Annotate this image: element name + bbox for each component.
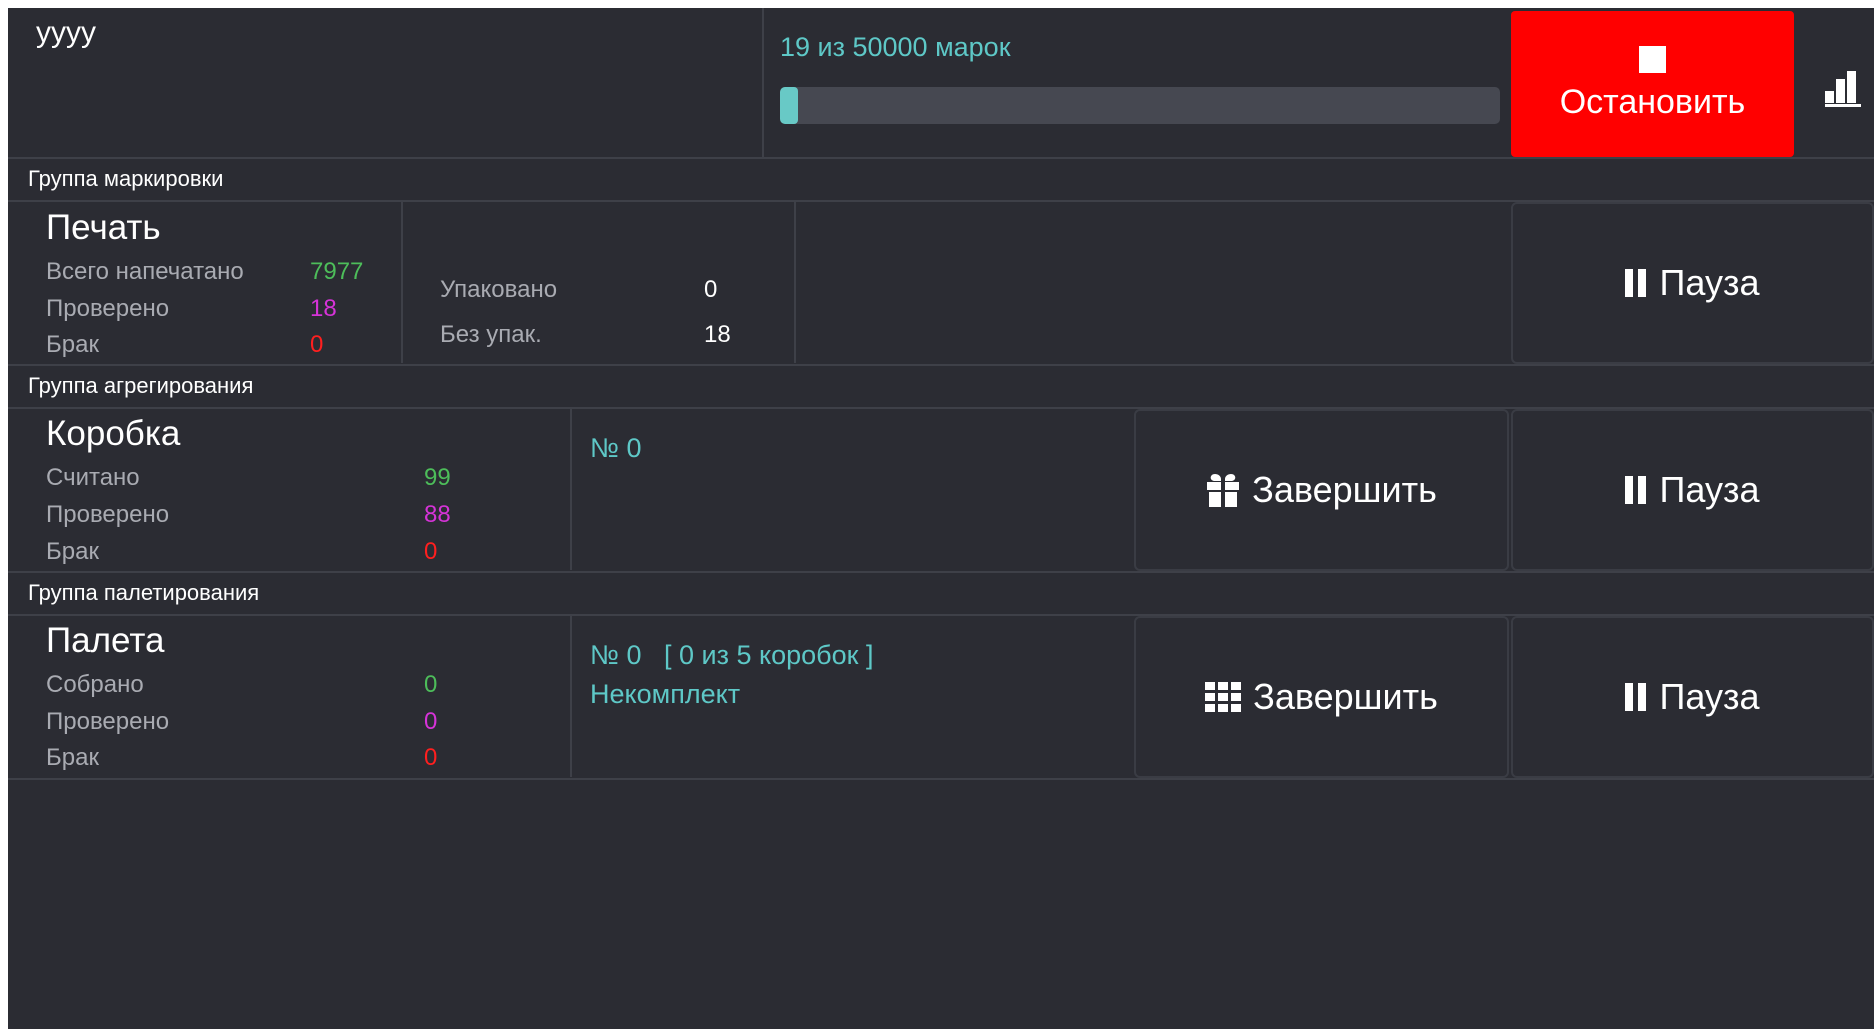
stat-value-printed: 7977	[310, 258, 364, 285]
pause-button-marking[interactable]: Пауза	[1511, 202, 1874, 364]
pause-icon	[1625, 683, 1647, 711]
group-label-palletizing: Группа палетирования	[28, 580, 260, 605]
stat-label-defect: Брак	[46, 538, 99, 565]
finish-button-label: Завершить	[1253, 676, 1438, 717]
pause-button-palletizing[interactable]: Пауза	[1511, 616, 1874, 778]
main-window: уууу 19 из 50000 марок Остановить Группа…	[8, 8, 1874, 1029]
divider	[8, 571, 1874, 573]
divider	[401, 201, 403, 363]
pallet-number: № 0 [ 0 из 5 коробок ]	[590, 640, 874, 670]
group-label-aggregation: Группа агрегирования	[28, 373, 254, 398]
progress-bar	[780, 87, 1500, 124]
pause-icon	[1625, 269, 1647, 297]
divider	[8, 364, 1874, 366]
stat-value-defect: 0	[424, 538, 438, 565]
unpacked-value: 18	[704, 321, 731, 348]
gift-icon	[1206, 473, 1240, 507]
section-title-print: Печать	[46, 208, 161, 247]
stat-label-checked: Проверено	[46, 295, 170, 322]
divider	[8, 157, 1874, 159]
stop-button[interactable]: Остановить	[1511, 11, 1794, 157]
section-title-box: Коробка	[46, 414, 181, 453]
stop-button-label: Остановить	[1559, 83, 1746, 121]
packed-value: 0	[704, 276, 718, 303]
divider	[570, 408, 572, 570]
stat-value-checked: 0	[424, 708, 438, 735]
grid-icon	[1205, 682, 1242, 712]
finish-pallet-button[interactable]: Завершить	[1134, 616, 1509, 778]
pause-button-label: Пауза	[1659, 469, 1760, 510]
pause-button-aggregation[interactable]: Пауза	[1511, 409, 1874, 571]
stat-label-printed: Всего напечатано	[46, 258, 244, 285]
pallet-status: Некомплект	[590, 679, 741, 709]
pause-button-label: Пауза	[1659, 676, 1760, 717]
progress-bar-fill	[780, 87, 798, 124]
stat-label-defect: Брак	[46, 331, 99, 358]
unpacked-label: Без упак.	[440, 321, 542, 348]
stop-square-icon	[1639, 46, 1666, 73]
job-title: уууу	[36, 16, 96, 49]
progress-text: 19 из 50000 марок	[780, 32, 1011, 62]
stat-label-checked: Проверено	[46, 708, 170, 735]
bar-chart-icon[interactable]	[1825, 71, 1865, 107]
divider	[570, 615, 572, 777]
divider	[8, 778, 1874, 780]
box-number: № 0	[590, 433, 642, 463]
group-label-marking: Группа маркировки	[28, 166, 224, 191]
divider	[794, 201, 796, 363]
stat-label-collected: Собрано	[46, 671, 144, 698]
header-divider	[762, 8, 764, 158]
stat-value-defect: 0	[310, 331, 324, 358]
stat-value-checked: 18	[310, 295, 337, 322]
stat-label-scanned: Считано	[46, 464, 140, 491]
stat-value-scanned: 99	[424, 464, 451, 491]
section-title-pallet: Палета	[46, 621, 165, 660]
stat-label-defect: Брак	[46, 744, 99, 771]
finish-button-label: Завершить	[1252, 469, 1437, 510]
finish-box-button[interactable]: Завершить	[1134, 409, 1509, 571]
pause-icon	[1625, 476, 1647, 504]
stat-value-defect: 0	[424, 744, 438, 771]
stat-value-collected: 0	[424, 671, 438, 698]
pause-button-label: Пауза	[1659, 262, 1760, 303]
stat-value-checked: 88	[424, 501, 451, 528]
stat-label-checked: Проверено	[46, 501, 170, 528]
packed-label: Упаковано	[440, 276, 558, 303]
